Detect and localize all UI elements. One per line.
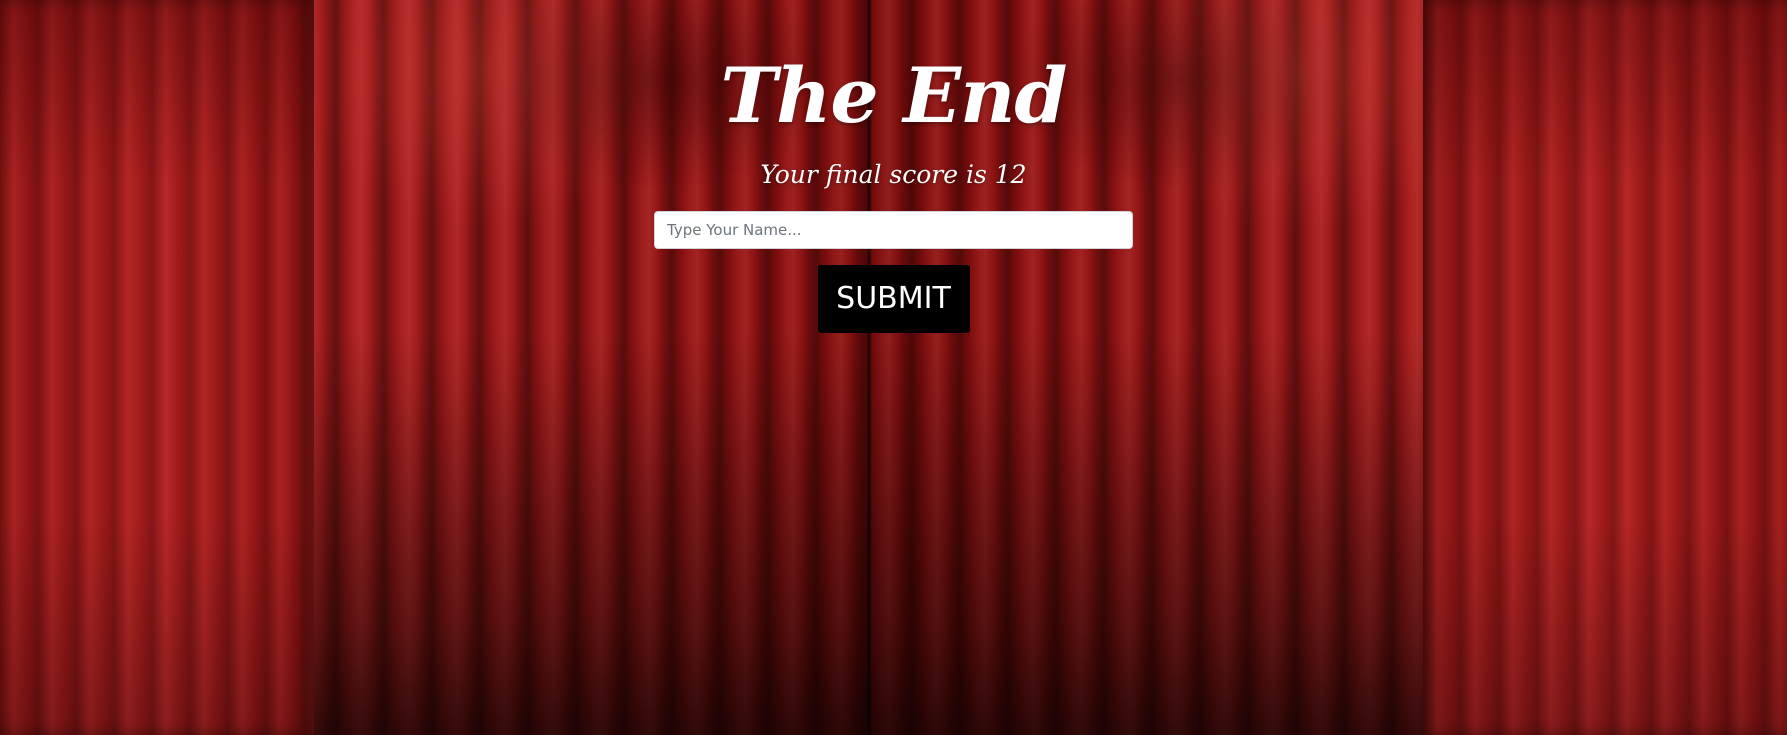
final-score-text: Your final score is 12 (760, 160, 1027, 189)
name-input[interactable] (654, 211, 1133, 249)
submit-button[interactable]: SUBMIT (817, 265, 970, 333)
end-screen: { "end_screen": { "title": "The End", "s… (0, 0, 1787, 735)
end-form-container: The End Your final score is 12 SUBMIT (0, 0, 1787, 333)
page-title: The End (720, 51, 1068, 140)
